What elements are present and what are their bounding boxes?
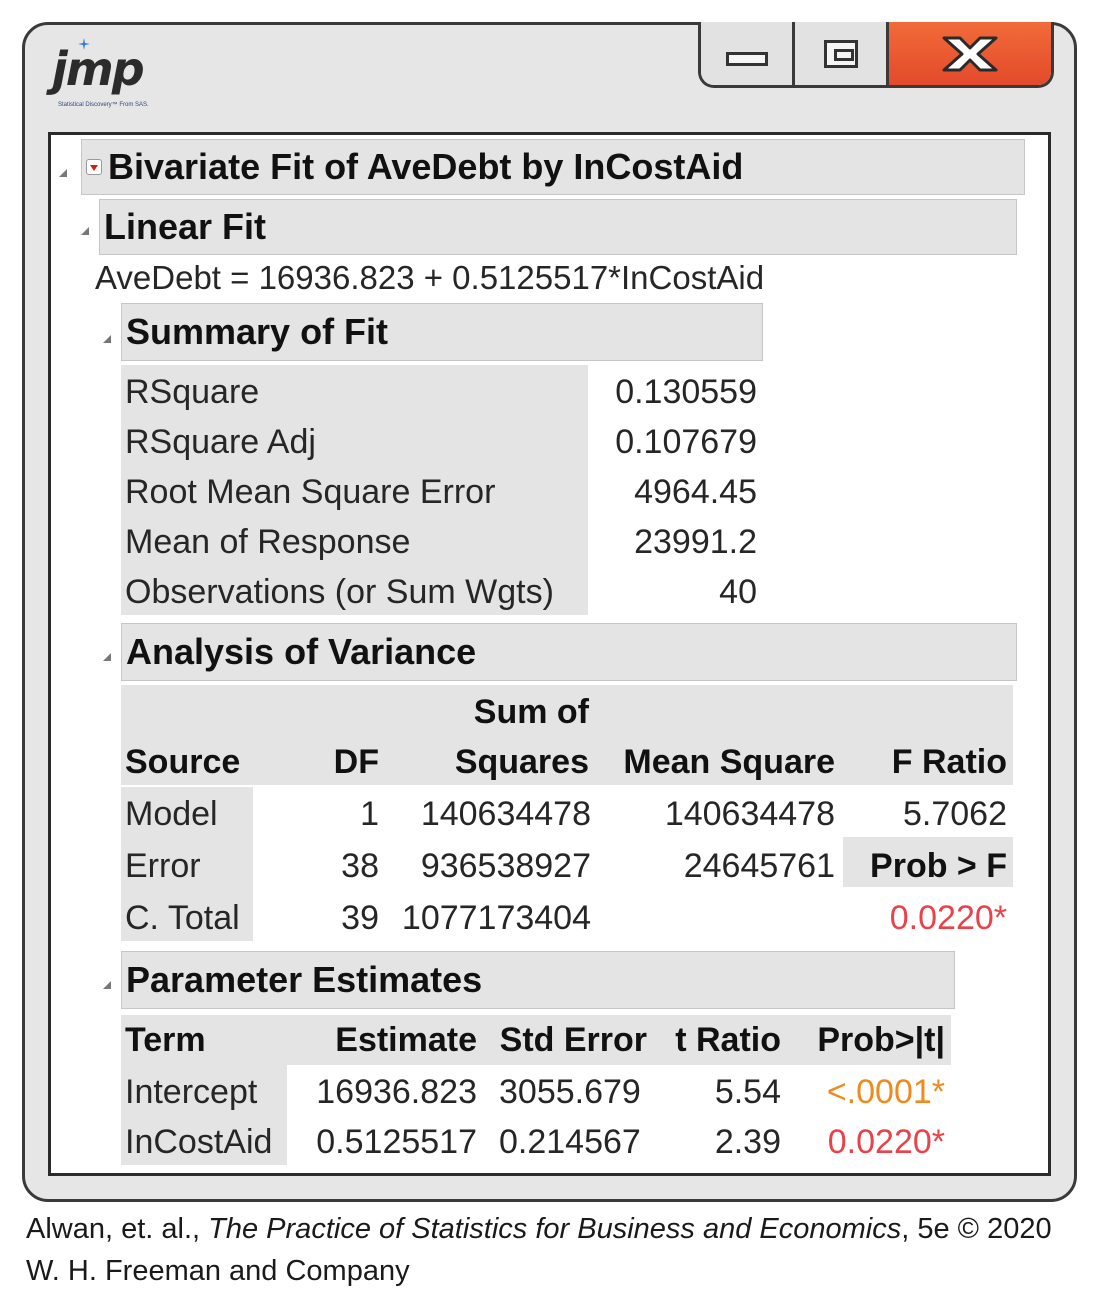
pe-prob-cell: <.0001* [826, 1073, 945, 1111]
figure-caption: Alwan, et. al., The Practice of Statisti… [26, 1208, 1052, 1292]
minimize-button[interactable] [701, 22, 795, 85]
anova-col-source: Source [125, 743, 241, 781]
pe-tratio-cell: 5.54 [714, 1073, 781, 1111]
summary-label: RSquare [125, 373, 260, 411]
anova-col-df: DF [333, 743, 379, 781]
logo-tagline: Statistical Discovery™ From SAS. [58, 102, 149, 108]
summary-label: Root Mean Square Error [125, 473, 496, 511]
anova-df-cell: 38 [341, 847, 379, 885]
pe-tratio-cell: 2.39 [714, 1123, 781, 1161]
parameter-estimates-title: Parameter Estimates [126, 959, 483, 1000]
pe-col-tratio: t Ratio [675, 1021, 781, 1059]
disclosure-triangle-icon[interactable] [59, 169, 67, 177]
summary-value: 4964.45 [634, 473, 757, 511]
caption-authors: Alwan, et. al., [26, 1213, 209, 1245]
minimize-icon [725, 51, 768, 66]
summary-of-fit-title: Summary of Fit [126, 311, 389, 352]
summary-of-fit-header[interactable]: Summary of Fit [121, 303, 763, 361]
anova-source-cell: Error [125, 847, 201, 885]
anova-df-cell: 39 [341, 899, 379, 937]
pe-term-cell: InCostAid [125, 1123, 273, 1161]
anova-title: Analysis of Variance [126, 631, 477, 672]
bivariate-fit-header[interactable]: Bivariate Fit of AveDebt by InCostAid [81, 139, 1025, 195]
close-icon [942, 36, 998, 71]
anova-col-ss-line1: Sum of [473, 693, 589, 731]
anova-prob-f-value: 0.0220* [889, 899, 1007, 937]
disclosure-triangle-icon[interactable] [103, 335, 111, 343]
anova-col-ms: Mean Square [623, 743, 835, 781]
parameter-estimates-header[interactable]: Parameter Estimates [121, 951, 955, 1009]
logo-wordmark: jmp [52, 42, 145, 96]
maximize-button[interactable] [795, 22, 889, 85]
bivariate-fit-title: Bivariate Fit of AveDebt by InCostAid [108, 146, 744, 187]
anova-prob-f-label: Prob > F [870, 847, 1007, 885]
anova-col-f: F Ratio [891, 743, 1007, 781]
anova-df-cell: 1 [360, 795, 379, 833]
anova-f-cell: 5.7062 [903, 795, 1007, 833]
pe-prob-cell: 0.0220* [827, 1123, 945, 1161]
pe-col-estimate: Estimate [335, 1021, 477, 1059]
disclosure-triangle-icon[interactable] [81, 227, 89, 235]
summary-value: 23991.2 [634, 523, 757, 561]
summary-label: Mean of Response [125, 523, 411, 561]
linear-fit-title: Linear Fit [104, 206, 267, 247]
caption-edition: , 5e © 2020 [901, 1213, 1052, 1245]
summary-value: 40 [719, 573, 757, 611]
pe-col-term: Term [125, 1021, 206, 1059]
window-controls [698, 22, 1054, 88]
pe-stderr-cell: 0.214567 [499, 1123, 641, 1161]
jmp-logo: jmp Statistical Discovery™ From SAS. [52, 38, 172, 118]
anova-ms-cell: 140634478 [664, 795, 835, 833]
pe-term-cell: Intercept [125, 1073, 258, 1111]
disclosure-triangle-icon[interactable] [103, 653, 111, 661]
fit-equation: AveDebt = 16936.823 + 0.5125517*InCostAi… [95, 259, 765, 296]
disclosure-triangle-icon[interactable] [103, 981, 111, 989]
summary-value: 0.107679 [615, 423, 757, 461]
pe-estimate-cell: 16936.823 [316, 1073, 477, 1111]
summary-label: RSquare Adj [125, 423, 316, 461]
anova-ss-cell: 1077173404 [401, 899, 591, 937]
anova-ms-cell: 24645761 [683, 847, 835, 885]
caption-book-title: The Practice of Statistics for Business … [208, 1213, 902, 1245]
anova-ss-cell: 936538927 [420, 847, 591, 885]
linear-fit-header[interactable]: Linear Fit [99, 199, 1017, 255]
anova-ss-cell: 140634478 [420, 795, 591, 833]
anova-header[interactable]: Analysis of Variance [121, 623, 1017, 681]
caption-publisher: W. H. Freeman and Company [26, 1255, 410, 1287]
summary-label: Observations (or Sum Wgts) [125, 573, 554, 611]
pe-stderr-cell: 3055.679 [499, 1073, 641, 1111]
pe-col-stderr: Std Error [499, 1021, 647, 1059]
pe-col-prob: Prob>|t| [817, 1021, 945, 1059]
summary-value: 0.130559 [615, 373, 757, 411]
anova-source-cell: C. Total [125, 899, 240, 937]
maximize-icon [823, 39, 858, 68]
pe-estimate-cell: 0.5125517 [316, 1123, 477, 1161]
anova-source-cell: Model [125, 795, 218, 833]
close-button[interactable] [889, 22, 1051, 85]
red-triangle-menu-icon[interactable] [86, 159, 102, 175]
anova-col-ss-line2: Squares [454, 743, 589, 781]
report-panel: Bivariate Fit of AveDebt by InCostAid Li… [48, 132, 1051, 1176]
